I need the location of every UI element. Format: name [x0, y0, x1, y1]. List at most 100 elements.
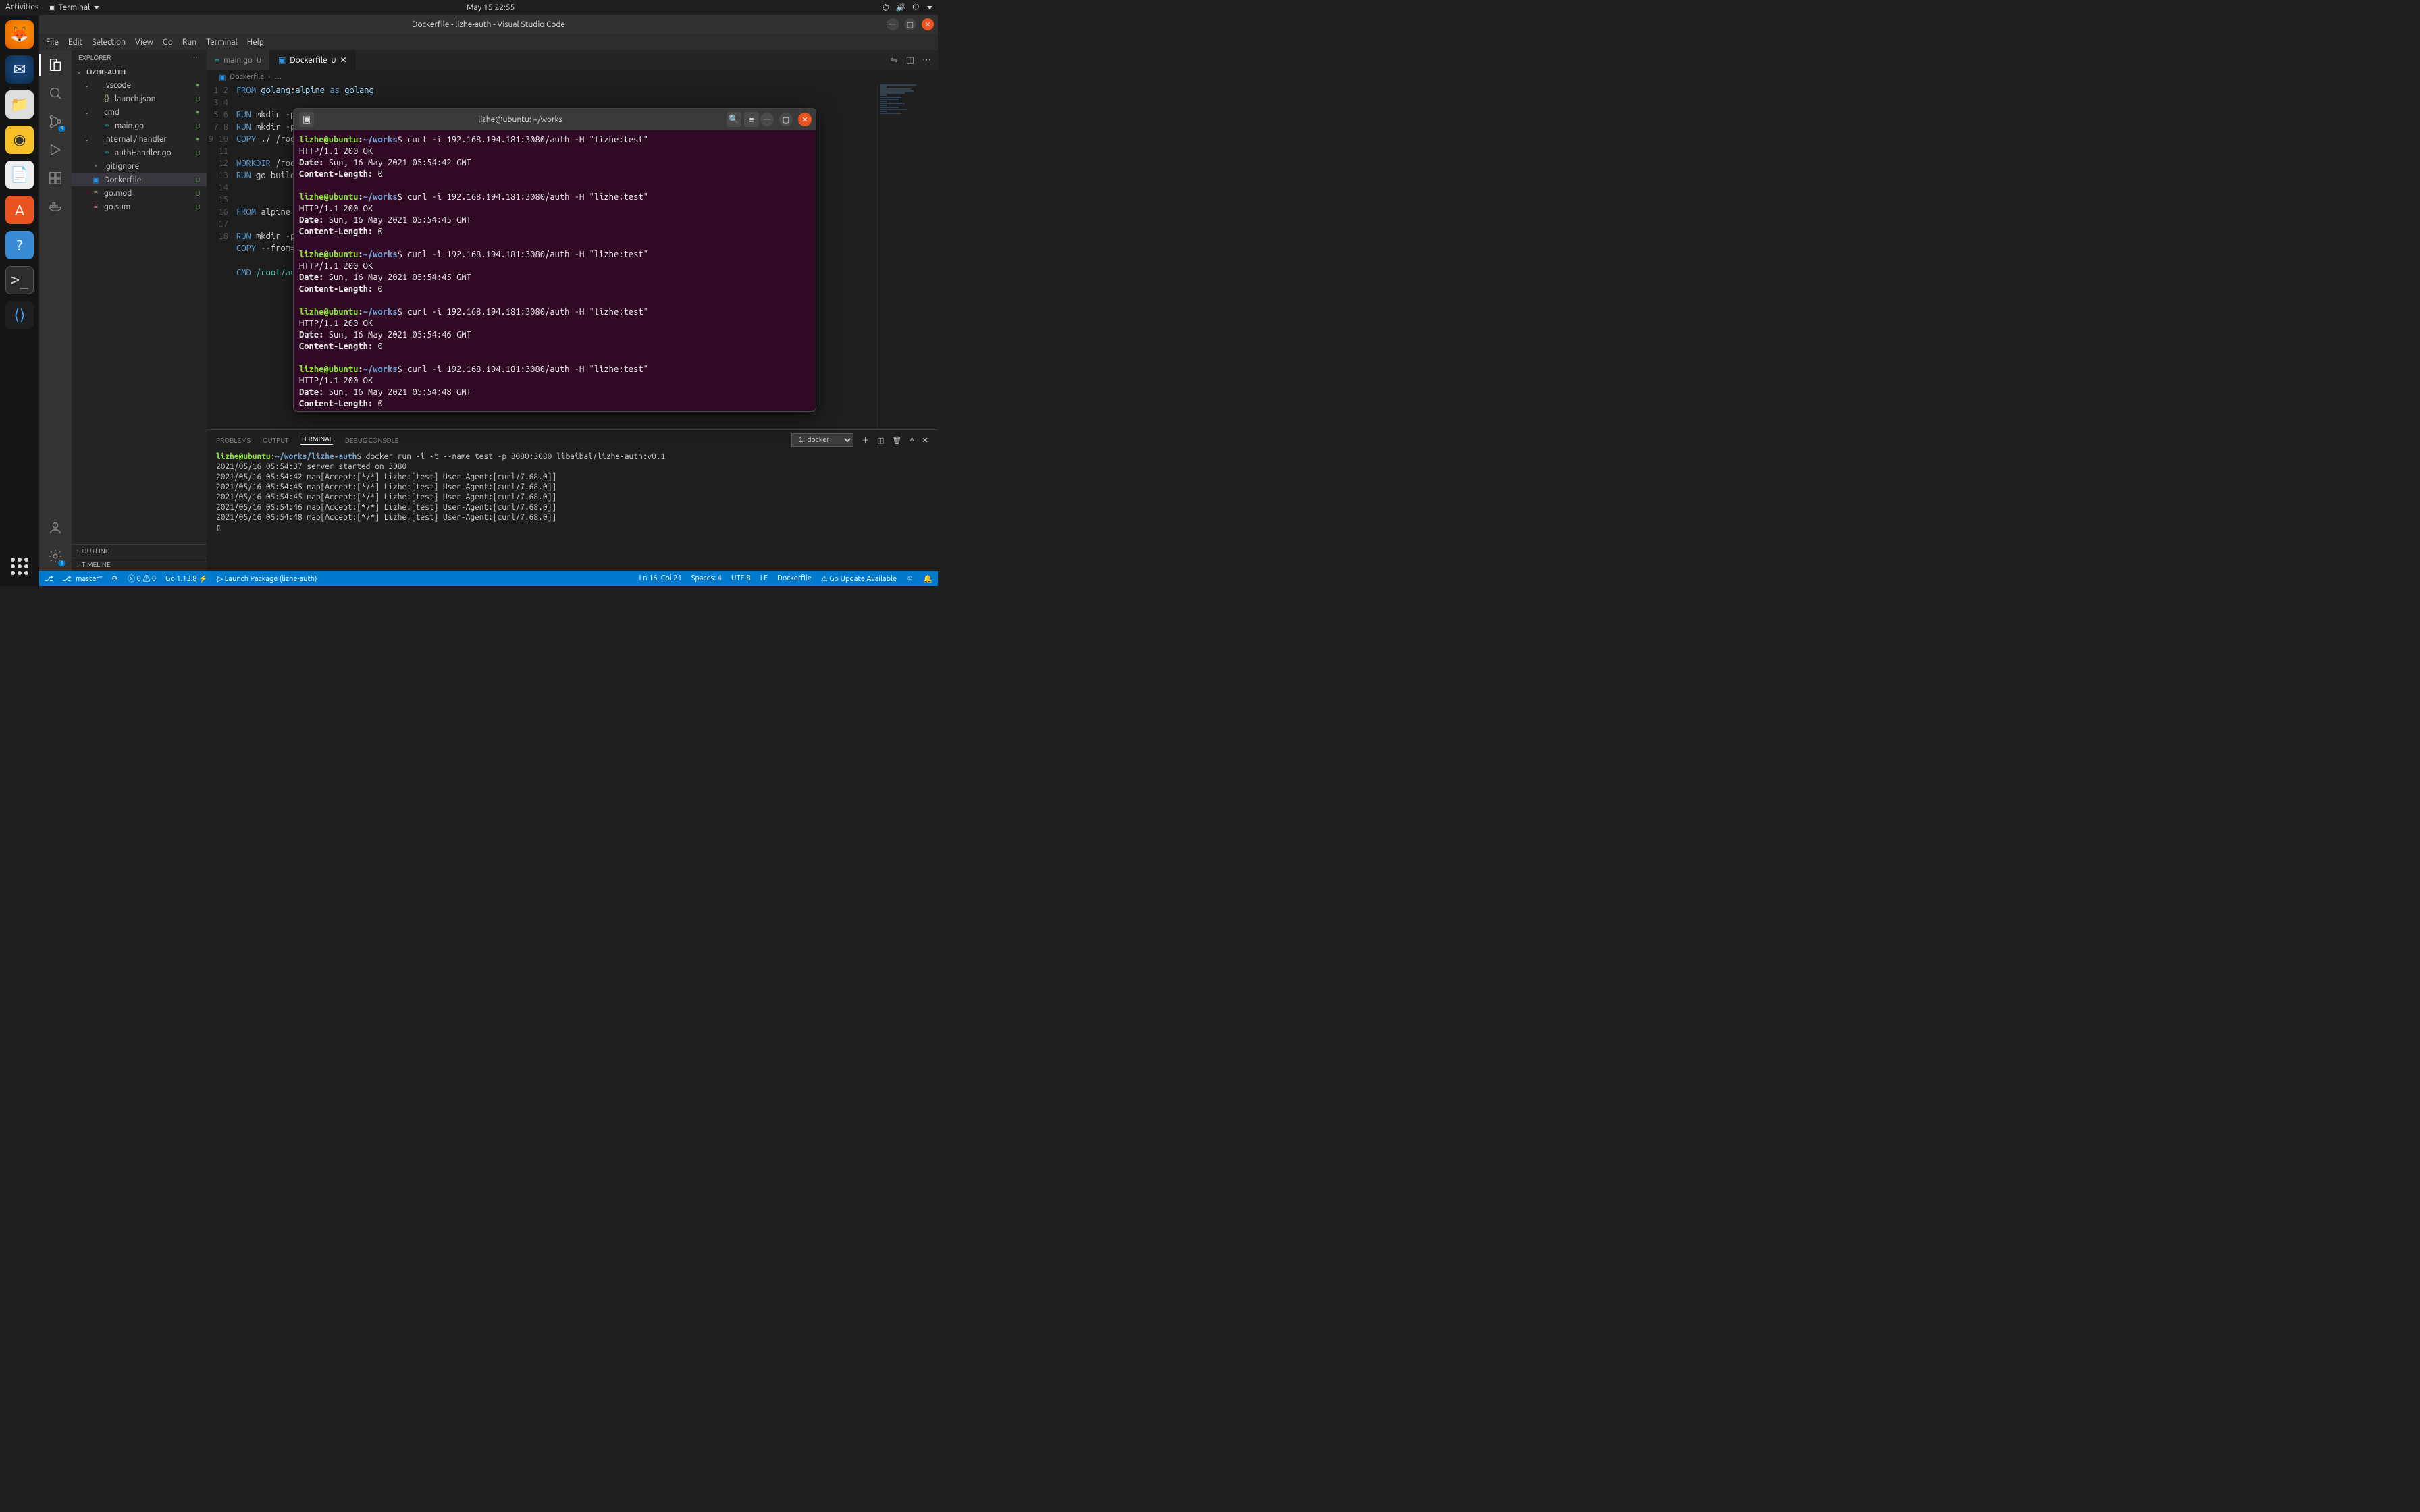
panel-tab-debug-console[interactable]: DEBUG CONSOLE: [345, 437, 398, 444]
tree-item-go-sum[interactable]: ≡go.sumU: [72, 200, 207, 213]
compare-changes-icon[interactable]: ⇋: [891, 55, 898, 65]
panel-tab-output[interactable]: OUTPUT: [263, 437, 289, 444]
activity-docker[interactable]: [47, 198, 63, 215]
menu-run[interactable]: Run: [182, 38, 196, 47]
tree-item--vscode[interactable]: ⌄.vscode●: [72, 78, 207, 92]
kill-terminal-icon[interactable]: 🗑: [892, 436, 901, 445]
close-tab-icon[interactable]: ✕: [340, 55, 346, 65]
terminal-close[interactable]: ✕: [798, 113, 812, 126]
problems-indicator[interactable]: ⓧ 0 ⚠ 0: [128, 573, 156, 584]
timeline-label: TIMELINE: [82, 561, 111, 568]
menu-go[interactable]: Go: [163, 38, 173, 47]
activity-run-debug[interactable]: [47, 142, 63, 158]
dock-thunderbird[interactable]: ✉: [5, 55, 34, 84]
terminal-icon: ▣: [48, 3, 55, 12]
close-button[interactable]: ✕: [922, 18, 934, 30]
menu-edit[interactable]: Edit: [68, 38, 82, 47]
tree-item-internal-handler[interactable]: ⌄internal / handler●: [72, 132, 207, 146]
split-editor-icon[interactable]: ◫: [906, 55, 914, 65]
show-applications[interactable]: [11, 558, 28, 575]
tree-item-cmd[interactable]: ⌄cmd●: [72, 105, 207, 119]
remote-indicator[interactable]: ⎇: [45, 574, 53, 583]
workspace-root[interactable]: LIZHE-AUTH: [82, 67, 203, 77]
breadcrumb[interactable]: ▣ Dockerfile › …: [207, 70, 938, 84]
dock-rhythmbox[interactable]: ◉: [5, 126, 34, 154]
terminal-header[interactable]: ▣ lizhe@ubuntu: ~/works 🔍 ≡ — ▢ ✕: [294, 109, 816, 130]
tree-item-go-mod[interactable]: ≡go.modU: [72, 186, 207, 200]
terminal-menu-icon[interactable]: ≡: [744, 112, 759, 127]
tab-dockerfile[interactable]: ▣DockerfileU✕: [270, 50, 356, 70]
terminal-output[interactable]: lizhe@ubuntu:~/works$ curl -i 192.168.19…: [294, 130, 816, 411]
eol[interactable]: LF: [760, 574, 768, 583]
git-branch[interactable]: ⎇ master*: [63, 574, 103, 583]
ubuntu-dock: 🦊 ✉ 📁 ◉ 📄 A ? >_ ⟨⟩: [0, 15, 39, 586]
new-terminal-icon[interactable]: ＋: [862, 435, 869, 446]
activity-accounts[interactable]: [47, 520, 63, 536]
activity-source-control[interactable]: 6: [47, 113, 63, 130]
terminal-body[interactable]: lizhe@ubuntu:~/works/lizhe-auth$ docker …: [207, 450, 938, 571]
outline-section[interactable]: ›OUTLINE: [72, 544, 207, 558]
terminal-minimize[interactable]: —: [760, 113, 774, 126]
panel-tab-terminal[interactable]: TERMINAL: [300, 435, 332, 445]
new-tab-button[interactable]: ▣: [299, 112, 314, 127]
bottom-panel: PROBLEMS OUTPUT TERMINAL DEBUG CONSOLE 1: d…: [207, 429, 938, 571]
dock-writer[interactable]: 📄: [5, 161, 34, 189]
tab-main-go[interactable]: ∞main.goU: [207, 50, 270, 70]
dock-terminal[interactable]: >_: [5, 266, 34, 294]
gnome-terminal[interactable]: ▣ lizhe@ubuntu: ~/works 🔍 ≡ — ▢ ✕ lizhe@…: [293, 108, 816, 412]
menu-terminal[interactable]: Terminal: [206, 38, 238, 47]
go-version[interactable]: Go 1.13.8 ⚡: [165, 574, 208, 583]
close-panel-icon[interactable]: ✕: [922, 436, 928, 445]
dock-vscode[interactable]: ⟨⟩: [5, 301, 34, 329]
go-update[interactable]: ⚠ Go Update Available: [821, 574, 897, 583]
chevron-down-icon: [94, 6, 99, 9]
more-actions-icon[interactable]: ⋯: [922, 55, 931, 65]
power-icon: ⏻: [913, 3, 920, 12]
tree-item-authhandler-go[interactable]: ∞authHandler.goU: [72, 146, 207, 159]
app-indicator[interactable]: ▣ Terminal: [48, 3, 99, 12]
notifications-icon[interactable]: 🔔: [923, 574, 932, 583]
menu-selection[interactable]: Selection: [92, 38, 126, 47]
menu-view[interactable]: View: [135, 38, 153, 47]
breadcrumb-file: Dockerfile: [230, 73, 264, 81]
encoding[interactable]: UTF-8: [731, 574, 751, 583]
chevron-down-icon: [927, 6, 932, 9]
dock-software[interactable]: A: [5, 196, 34, 224]
minimize-button[interactable]: —: [887, 18, 899, 30]
activity-search[interactable]: [47, 85, 63, 101]
tree-item-main-go[interactable]: ∞main.goU: [72, 119, 207, 132]
activity-extensions[interactable]: [47, 170, 63, 186]
terminal-select[interactable]: 1: docker: [791, 433, 853, 447]
terminal-search-icon[interactable]: 🔍: [727, 112, 741, 127]
feedback-icon[interactable]: ☺: [906, 574, 914, 583]
tree-item--gitignore[interactable]: ◦.gitignore: [72, 159, 207, 173]
language-mode[interactable]: Dockerfile: [777, 574, 812, 583]
tree-item-launch-json[interactable]: {}launch.jsonU: [72, 92, 207, 105]
panel-tab-problems[interactable]: PROBLEMS: [216, 437, 251, 444]
breadcrumb-more: …: [274, 73, 282, 81]
activity-settings[interactable]: 1: [47, 548, 63, 564]
app-indicator-label: Terminal: [59, 3, 90, 12]
tree-item-dockerfile[interactable]: ▣DockerfileU: [72, 173, 207, 186]
indentation[interactable]: Spaces: 4: [691, 574, 722, 583]
chevron-down-icon[interactable]: ⌄: [76, 68, 82, 76]
dock-files[interactable]: 📁: [5, 90, 34, 119]
minimap[interactable]: [877, 84, 938, 429]
clock[interactable]: May 15 22:55: [99, 3, 882, 12]
dock-firefox[interactable]: 🦊: [5, 20, 34, 49]
system-status-area[interactable]: ⌬ 🔊 ⏻: [882, 3, 932, 12]
timeline-section[interactable]: ›TIMELINE: [72, 558, 207, 571]
maximize-button[interactable]: ▢: [904, 18, 916, 30]
terminal-maximize[interactable]: ▢: [779, 113, 793, 126]
dock-help[interactable]: ?: [5, 231, 34, 259]
cursor-position[interactable]: Ln 16, Col 21: [639, 574, 682, 583]
activities-button[interactable]: Activities: [5, 3, 38, 12]
menu-help[interactable]: Help: [247, 38, 264, 47]
split-terminal-icon[interactable]: ◫: [877, 436, 884, 445]
maximize-panel-icon[interactable]: ˄: [910, 436, 914, 444]
activity-explorer[interactable]: [47, 57, 63, 73]
more-icon[interactable]: ⋯: [193, 53, 200, 61]
menu-file[interactable]: File: [46, 38, 59, 47]
sync-button[interactable]: ⟳: [112, 574, 118, 583]
debug-launch[interactable]: ▷ Launch Package (lizhe-auth): [217, 574, 317, 583]
